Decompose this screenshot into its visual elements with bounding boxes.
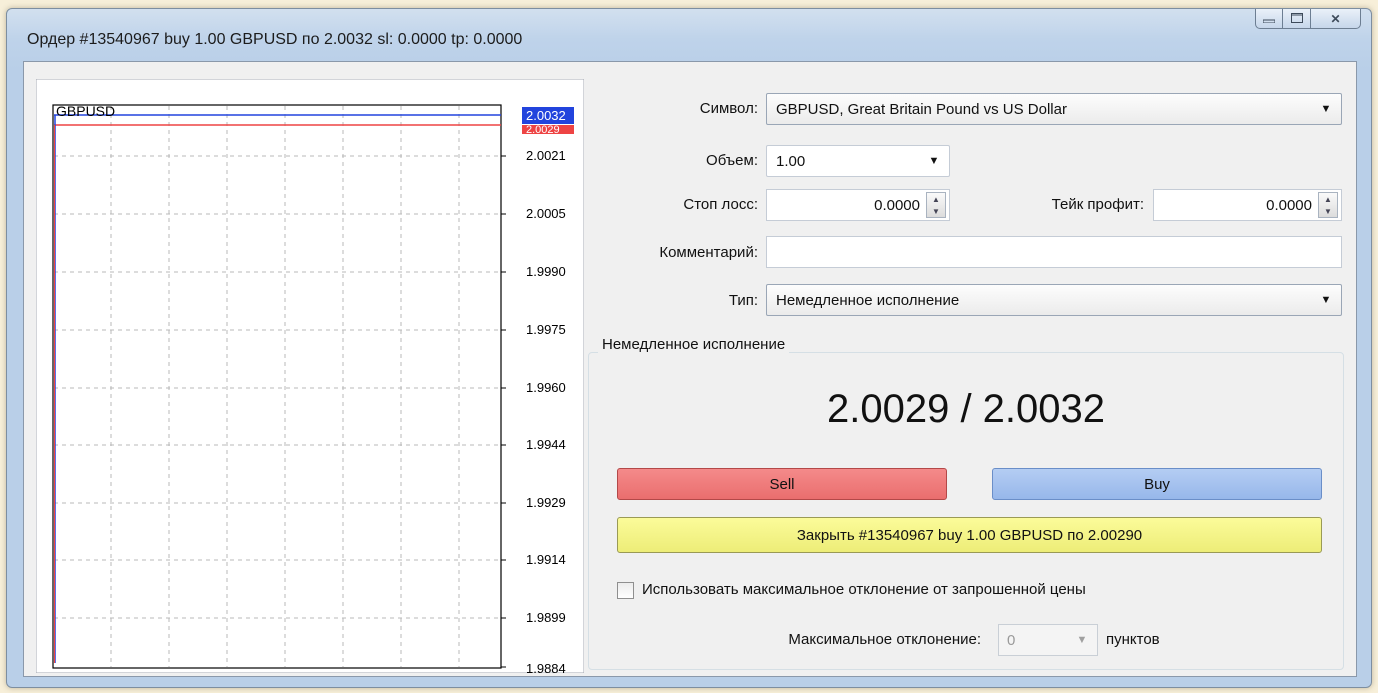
max-deviation-checkbox[interactable] <box>617 582 634 599</box>
chevron-down-icon: ▼ <box>1320 103 1332 115</box>
chart-grid <box>36 79 584 673</box>
comment-label: Комментарий: <box>659 244 758 261</box>
minimize-icon <box>1262 12 1276 26</box>
ask-price-badge: 2.0032 <box>522 107 574 124</box>
stop-loss-label: Стоп лосс: <box>683 196 758 213</box>
chevron-down-icon: ▼ <box>1320 294 1332 306</box>
close-button[interactable]: ✕ <box>1311 9 1361 29</box>
y-tick: 1.9929 <box>526 495 566 510</box>
close-icon: ✕ <box>1330 11 1341 26</box>
chevron-down-icon: ▼ <box>928 155 940 167</box>
maximize-icon <box>1290 12 1303 26</box>
order-window: Ордер #13540967 buy 1.00 GBPUSD по 2.003… <box>6 8 1372 688</box>
symbol-value: GBPUSD, Great Britain Pound vs US Dollar <box>776 100 1067 118</box>
take-profit-label: Тейк профит: <box>1051 196 1144 213</box>
maximize-button[interactable] <box>1283 9 1311 29</box>
chevron-down-icon: ▼ <box>1076 634 1088 646</box>
stop-loss-field[interactable]: 0.0000 ▲ ▼ <box>766 189 950 221</box>
spin-down-icon: ▼ <box>1324 206 1332 216</box>
close-order-button[interactable]: Закрыть #13540967 buy 1.00 GBPUSD по 2.0… <box>617 517 1322 553</box>
take-profit-field[interactable]: 0.0000 ▲ ▼ <box>1153 189 1342 221</box>
y-tick: 1.9975 <box>526 322 566 337</box>
type-label: Тип: <box>728 292 758 309</box>
title-bar[interactable]: Ордер #13540967 buy 1.00 GBPUSD по 2.003… <box>7 9 1371 61</box>
y-tick: 2.0005 <box>526 206 566 221</box>
stop-loss-spinner[interactable]: ▲ ▼ <box>926 192 946 218</box>
bid-ask-quote: 2.0029 / 2.0032 <box>826 387 1106 431</box>
y-tick: 1.9990 <box>526 264 566 279</box>
spin-down-icon: ▼ <box>932 206 940 216</box>
symbol-label: Символ: <box>699 100 758 117</box>
bid-price-badge: 2.0029 <box>522 125 574 134</box>
tick-chart: GBPUSD 2.0029 2.0032 2.0021 2.0005 1.999… <box>36 79 584 676</box>
spin-up-icon: ▲ <box>932 194 940 204</box>
minimize-button[interactable] <box>1255 9 1283 29</box>
max-deviation-checkbox-label[interactable]: Использовать максимальное отклонение от … <box>642 581 1086 598</box>
sell-button[interactable]: Sell <box>617 468 947 500</box>
y-tick: 1.9960 <box>526 380 566 395</box>
y-tick: 1.9884 <box>526 661 566 676</box>
caption-buttons: ✕ <box>1255 9 1361 29</box>
group-title: Немедленное исполнение <box>598 336 790 353</box>
order-type-value: Немедленное исполнение <box>776 291 960 309</box>
chart-symbol-label: GBPUSD <box>56 103 116 119</box>
order-type-select[interactable]: Немедленное исполнение ▼ <box>766 284 1342 316</box>
window-title: Ордер #13540967 buy 1.00 GBPUSD по 2.003… <box>27 31 523 48</box>
take-profit-value: 0.0000 <box>1266 196 1312 214</box>
max-deviation-label: Максимальное отклонение: <box>788 631 981 648</box>
y-tick: 1.9899 <box>526 610 566 625</box>
y-tick: 1.9944 <box>526 437 566 452</box>
comment-field[interactable] <box>766 236 1342 268</box>
y-tick: 2.0021 <box>526 148 566 163</box>
take-profit-spinner[interactable]: ▲ ▼ <box>1318 192 1338 218</box>
spin-up-icon: ▲ <box>1324 194 1332 204</box>
volume-value: 1.00 <box>776 152 806 170</box>
y-tick: 1.9914 <box>526 552 566 567</box>
max-deviation-value: 0 <box>1007 631 1016 649</box>
max-deviation-select[interactable]: 0 ▼ <box>998 624 1098 656</box>
points-label: пунктов <box>1106 631 1160 648</box>
buy-button[interactable]: Buy <box>992 468 1322 500</box>
stop-loss-value: 0.0000 <box>874 196 920 214</box>
volume-label: Объем: <box>706 152 758 169</box>
volume-combobox[interactable]: 1.00 ▼ <box>766 145 950 177</box>
symbol-select[interactable]: GBPUSD, Great Britain Pound vs US Dollar… <box>766 93 1342 125</box>
client-area: GBPUSD 2.0029 2.0032 2.0021 2.0005 1.999… <box>23 61 1357 677</box>
